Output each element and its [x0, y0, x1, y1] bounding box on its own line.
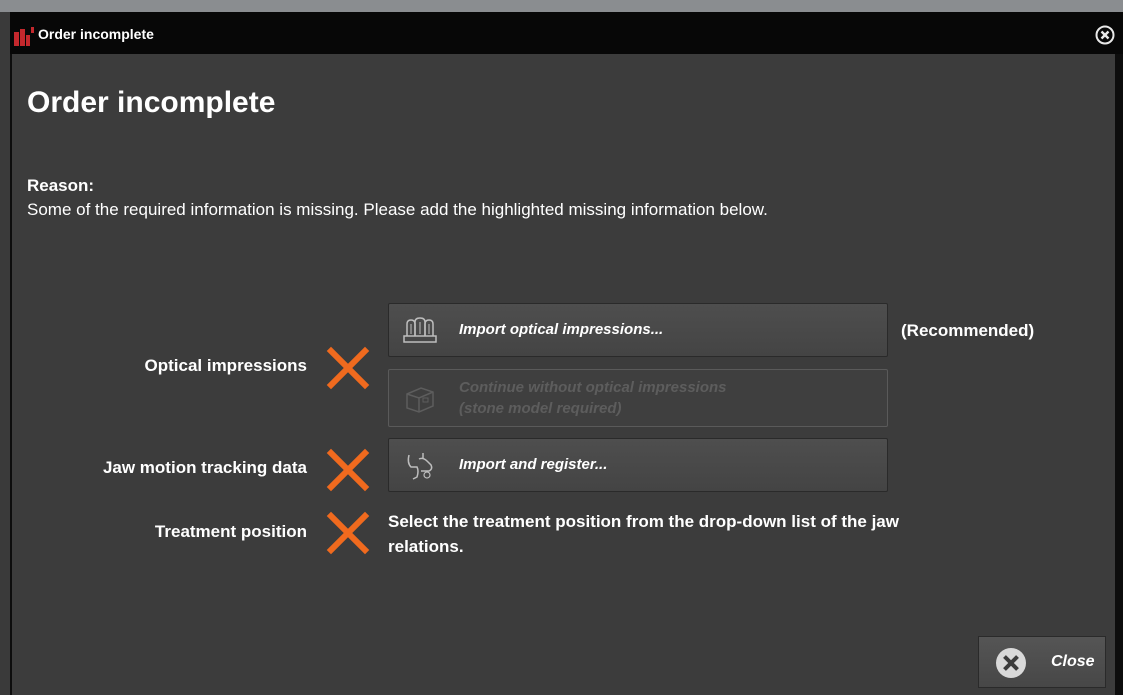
treatment-position-instruction: Select the treatment position from the d…	[388, 512, 899, 556]
jaw-tracker-icon	[407, 453, 433, 480]
close-circle-icon	[996, 648, 1026, 678]
dialog-window: Order incomplete Order incomplete Reason…	[10, 12, 1123, 695]
dialog-content: Order incomplete Reason: Some of the req…	[12, 54, 1115, 695]
treatment-position-label: Treatment position	[154, 522, 307, 541]
reason-label: Reason:	[27, 176, 95, 195]
import-and-register-label: Import and register...	[459, 456, 608, 473]
close-button[interactable]: Close	[978, 636, 1106, 688]
reason-text: Some of the required information is miss…	[27, 200, 768, 219]
teeth-scan-icon	[403, 317, 437, 343]
jaw-motion-tracking-label: Jaw motion tracking data	[102, 458, 307, 477]
close-circle-icon[interactable]	[1095, 25, 1115, 45]
box-model-icon	[406, 387, 434, 413]
continue-without-label: Continue without optical impressions (st…	[459, 377, 789, 419]
x-mark-icon	[326, 511, 370, 555]
import-optical-impressions-label: Import optical impressions...	[459, 321, 664, 338]
recommended-note: (Recommended)	[901, 321, 1035, 340]
continue-without-optical-impressions-button[interactable]: Continue without optical impressions (st…	[388, 369, 888, 427]
import-optical-impressions-button[interactable]: Import optical impressions...	[388, 303, 888, 357]
close-button-label: Close	[1051, 653, 1095, 670]
continue-without-line-2: (stone model required)	[459, 400, 622, 417]
window-title: Order incomplete	[38, 26, 154, 42]
screen-top-strip	[0, 0, 1123, 12]
app-logo-icon	[14, 27, 34, 46]
title-bar: Order incomplete	[10, 12, 1123, 54]
import-and-register-button[interactable]: Import and register...	[388, 438, 888, 492]
x-mark-icon	[326, 346, 370, 390]
optical-impressions-label: Optical impressions	[144, 356, 308, 375]
x-mark-icon	[326, 448, 370, 492]
continue-without-line-1: Continue without optical impressions	[459, 379, 727, 396]
dialog-heading: Order incomplete	[27, 86, 276, 119]
